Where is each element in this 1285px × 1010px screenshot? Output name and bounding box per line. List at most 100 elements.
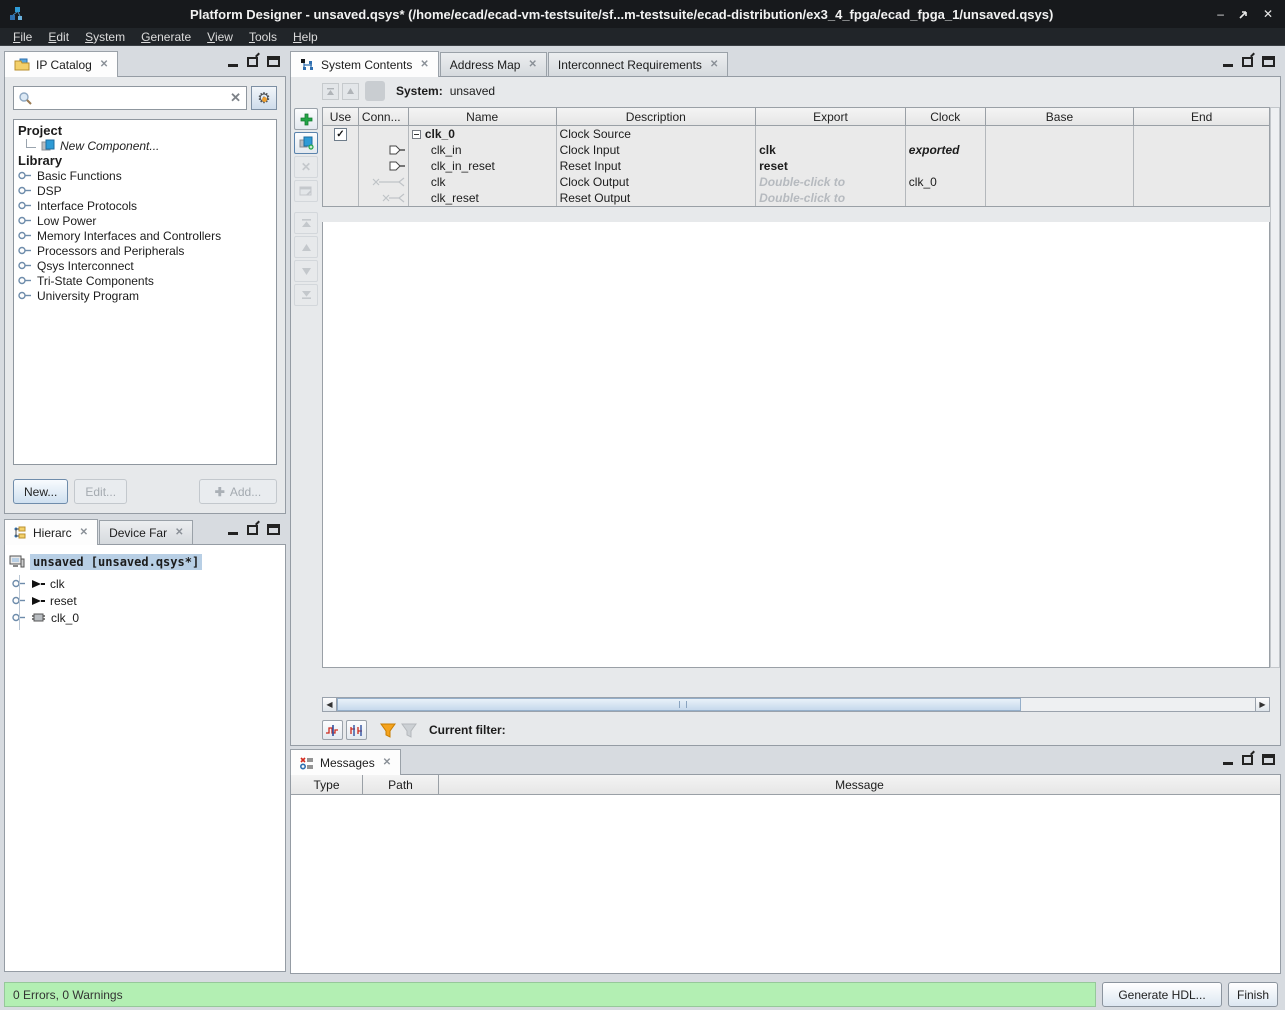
col-base[interactable]: Base (986, 108, 1135, 125)
tab-system-contents[interactable]: System Contents ✕ (290, 51, 439, 77)
menu-edit[interactable]: Edit (41, 29, 76, 45)
table-row-clk-0[interactable]: ✓ clk_0 Clock Source (323, 126, 1269, 142)
tree-expand-icon[interactable] (18, 246, 32, 255)
tree-expand-icon[interactable] (18, 276, 32, 285)
col-use[interactable]: Use (323, 108, 359, 125)
panel-maximize-icon[interactable] (267, 56, 280, 67)
edit-parameters-button[interactable] (294, 180, 318, 202)
col-export[interactable]: Export (756, 108, 906, 125)
col-clock[interactable]: Clock (906, 108, 986, 125)
tree-item-new-component[interactable]: New Component... (16, 138, 274, 153)
search-settings-button[interactable]: ⚙ (251, 86, 277, 110)
tree-item-basic-functions[interactable]: Basic Functions (16, 168, 274, 183)
close-icon[interactable]: ✕ (78, 527, 88, 538)
tree-expand-icon[interactable] (18, 186, 32, 195)
hierarchy-item-clk-0[interactable]: clk_0 (12, 609, 285, 626)
use-checkbox[interactable]: ✓ (334, 128, 347, 141)
panel-maximize-icon[interactable] (267, 524, 280, 535)
panel-minimize-icon[interactable] (1223, 762, 1233, 765)
tab-address-map[interactable]: Address Map ✕ (440, 52, 547, 76)
tab-ip-catalog[interactable]: IP Catalog ✕ (4, 51, 118, 77)
tree-expand-icon[interactable] (18, 216, 32, 225)
move-up-row-button[interactable] (294, 236, 318, 258)
close-icon[interactable]: ✕ (98, 59, 108, 70)
show-signals-button[interactable] (322, 720, 343, 740)
tree-item-low-power[interactable]: Low Power (16, 213, 274, 228)
panel-maximize-icon[interactable] (1262, 754, 1275, 765)
filter-icon[interactable] (379, 722, 397, 739)
clock-value[interactable]: exported (909, 143, 960, 157)
edit-button[interactable]: Edit... (74, 479, 127, 504)
add-component-button[interactable] (294, 108, 318, 130)
panel-float-icon[interactable] (247, 57, 258, 67)
tree-item-dsp[interactable]: DSP (16, 183, 274, 198)
search-input[interactable] (38, 91, 226, 105)
menu-tools[interactable]: Tools (242, 29, 284, 45)
collapse-icon[interactable] (412, 130, 421, 139)
panel-minimize-icon[interactable] (1223, 64, 1233, 67)
move-down-row-button[interactable] (294, 260, 318, 282)
tree-item-tri-state[interactable]: Tri-State Components (16, 273, 274, 288)
move-up-level-button[interactable] (322, 83, 339, 100)
col-end[interactable]: End (1134, 108, 1269, 125)
export-value[interactable]: clk (759, 143, 776, 157)
generate-hdl-button[interactable]: Generate HDL... (1102, 982, 1222, 1007)
panel-float-icon[interactable] (1242, 755, 1253, 765)
clock-value[interactable]: clk_0 (909, 175, 937, 189)
tree-expand-icon[interactable] (18, 261, 32, 270)
tree-item-interface-protocols[interactable]: Interface Protocols (16, 198, 274, 213)
tab-hierarchy[interactable]: Hierarc ✕ (4, 519, 98, 545)
col-path[interactable]: Path (363, 775, 439, 794)
close-icon[interactable]: ✕ (708, 59, 718, 70)
tree-item-university-program[interactable]: University Program (16, 288, 274, 303)
menu-system[interactable]: System (78, 29, 132, 45)
panel-float-icon[interactable] (247, 525, 258, 535)
window-close-button[interactable]: ✕ (1263, 8, 1273, 20)
close-icon[interactable]: ✕ (173, 527, 183, 538)
tree-expand-icon[interactable] (18, 171, 32, 180)
tree-item-memory-interfaces[interactable]: Memory Interfaces and Controllers (16, 228, 274, 243)
panel-minimize-icon[interactable] (228, 532, 238, 535)
scrollbar-thumb[interactable] (337, 698, 1021, 711)
window-minimize-button[interactable]: – (1217, 8, 1224, 20)
menu-generate[interactable]: Generate (134, 29, 198, 45)
export-placeholder[interactable]: Double-click to (759, 191, 845, 205)
menu-file[interactable]: File (6, 29, 39, 45)
system-refresh-icon[interactable] (365, 81, 385, 101)
show-interfaces-button[interactable] (346, 720, 367, 740)
menu-help[interactable]: Help (286, 29, 325, 45)
export-placeholder[interactable]: Double-click to (759, 175, 845, 189)
col-type[interactable]: Type (291, 775, 363, 794)
finish-button[interactable]: Finish (1228, 982, 1278, 1007)
new-button[interactable]: New... (13, 479, 68, 504)
panel-float-icon[interactable] (1242, 57, 1253, 67)
tab-interconnect-requirements[interactable]: Interconnect Requirements ✕ (548, 52, 728, 76)
col-description[interactable]: Description (557, 108, 757, 125)
remove-button[interactable]: ✕ (294, 156, 318, 178)
table-row-clk-in[interactable]: clk_in Clock Input clk exported (323, 142, 1269, 158)
tree-item-qsys-interconnect[interactable]: Qsys Interconnect (16, 258, 274, 273)
tree-expand-icon[interactable] (18, 231, 32, 240)
window-restore-button[interactable] (1238, 9, 1249, 20)
table-row-clk-in-reset[interactable]: clk_in_reset Reset Input reset (323, 158, 1269, 174)
tab-device-family[interactable]: Device Far ✕ (99, 520, 193, 544)
table-row-clk-reset[interactable]: clk_reset Reset Output Double-click to (323, 190, 1269, 206)
move-to-bottom-button[interactable] (294, 284, 318, 306)
close-icon[interactable]: ✕ (418, 59, 428, 70)
panel-minimize-icon[interactable] (228, 64, 238, 67)
tab-messages[interactable]: Messages ✕ (290, 749, 401, 775)
tree-expand-icon[interactable] (18, 201, 32, 210)
add-button[interactable]: ✚ Add... (199, 479, 277, 504)
move-up-button[interactable] (342, 83, 359, 100)
add-ip-button[interactable] (294, 132, 318, 154)
col-name[interactable]: Name (409, 108, 557, 125)
tree-item-processors-peripherals[interactable]: Processors and Peripherals (16, 243, 274, 258)
hierarchy-root-item[interactable]: unsaved [unsaved.qsys*] (9, 553, 285, 571)
col-message[interactable]: Message (439, 775, 1280, 794)
close-icon[interactable]: ✕ (381, 757, 391, 768)
vertical-scrollbar[interactable] (1270, 107, 1280, 668)
panel-maximize-icon[interactable] (1262, 56, 1275, 67)
clear-search-icon[interactable]: ✕ (230, 90, 241, 106)
tree-expand-icon[interactable] (18, 291, 32, 300)
horizontal-scrollbar[interactable]: ◀ ▶ (322, 697, 1270, 712)
